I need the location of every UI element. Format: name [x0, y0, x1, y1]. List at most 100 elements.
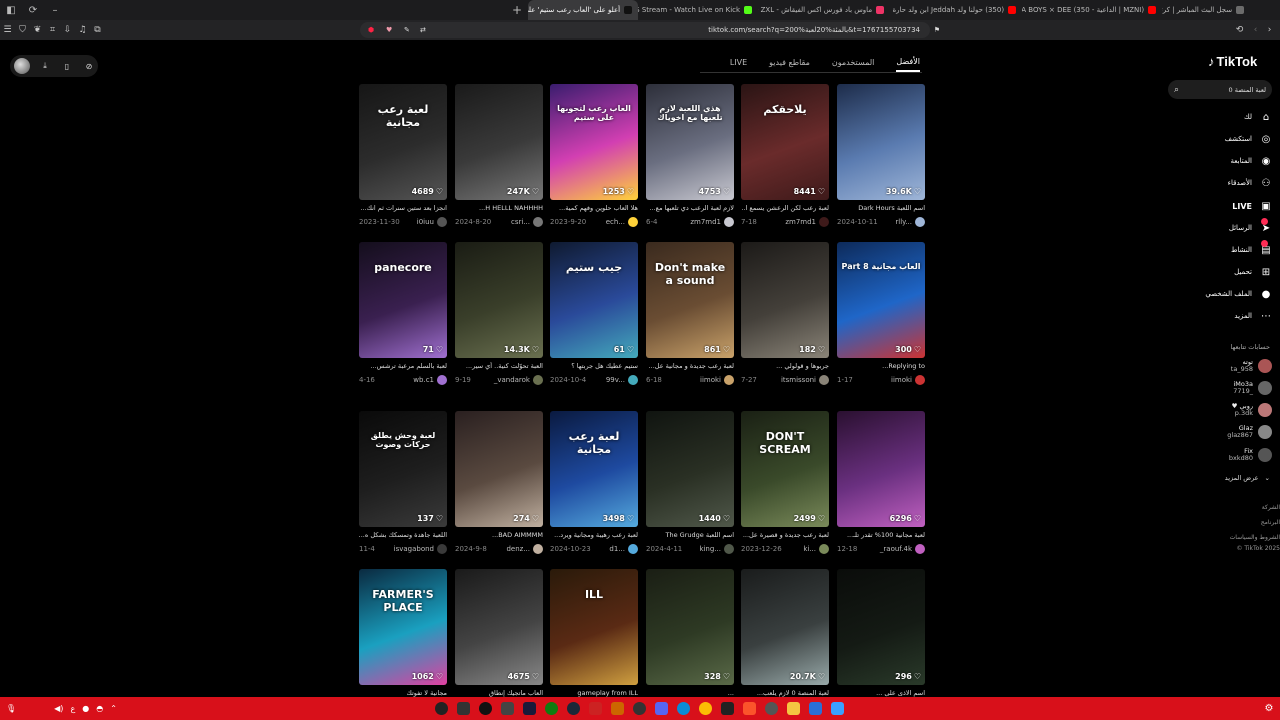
heart-extension-icon[interactable]: ♥: [386, 26, 392, 34]
new-tab-button[interactable]: +: [506, 3, 528, 17]
tiktok-logo[interactable]: ♪ TikTok: [1208, 54, 1257, 69]
author-name[interactable]: zm7md1: [785, 218, 816, 226]
video-thumbnail[interactable]: هذي اللعبة لازم تلعبها مع اخوياك 4753 ♡: [646, 84, 734, 200]
taskbar-app-1[interactable]: [430, 697, 452, 720]
author-name[interactable]: wb.c1: [413, 376, 434, 384]
avatar[interactable]: [1258, 448, 1272, 462]
taskbar-app-11[interactable]: [650, 697, 672, 720]
account-handle[interactable]: p.3dk: [1232, 409, 1253, 417]
author-name[interactable]: 99v...: [606, 376, 625, 384]
browser-tab[interactable]: أعلو على 'العاب رعب ستيم' على...✕: [528, 0, 639, 20]
video-card[interactable]: 4675 ♡ العاب ماتجيك إنطاق: [455, 569, 543, 698]
video-thumbnail[interactable]: FARMER'S PLACE 1062 ♡: [359, 569, 447, 685]
avatar[interactable]: [1258, 381, 1272, 395]
video-caption[interactable]: Replying to...: [837, 362, 925, 371]
shield-icon[interactable]: ⛉: [15, 20, 30, 40]
minimize-icon[interactable]: –: [44, 0, 66, 20]
discord-icon[interactable]: ◓: [96, 704, 103, 713]
video-author[interactable]: 99v...: [606, 375, 638, 385]
sidebar-item-label[interactable]: الأصدقاء: [1228, 179, 1252, 187]
video-author[interactable]: _vandarok: [494, 375, 543, 385]
video-author[interactable]: zm7md1: [785, 217, 829, 227]
following-account[interactable]: توته ta_958: [1180, 356, 1272, 376]
author-name[interactable]: rlly...: [895, 218, 912, 226]
refresh-icon[interactable]: ⟳: [22, 0, 44, 20]
taskbar-app-files[interactable]: [782, 697, 804, 720]
taskbar-app-4[interactable]: [496, 697, 518, 720]
taskbar-app-brave[interactable]: [738, 697, 760, 720]
video-author[interactable]: ki...: [803, 544, 829, 554]
video-caption[interactable]: لعبة رعب جديدة و قصيرة عل...: [741, 531, 829, 540]
back-icon[interactable]: ‹: [1248, 20, 1263, 40]
footer-program[interactable]: البرنامج: [1200, 519, 1280, 526]
author-name[interactable]: ki...: [803, 545, 816, 553]
sidebar-item-label[interactable]: الرسائل: [1229, 224, 1252, 232]
video-card[interactable]: Part 8 العاب مجانية 300 ♡ Replying to... 1-1…: [837, 242, 925, 386]
video-thumbnail[interactable]: 14.3K ♡: [455, 242, 543, 358]
avatar[interactable]: [915, 217, 925, 227]
sidebar-item-label[interactable]: LIVE: [1232, 202, 1252, 211]
video-thumbnail[interactable]: 247K ♡: [455, 84, 543, 200]
video-caption[interactable]: ستيم عطيك هل جربتها ؟: [550, 362, 638, 371]
video-card[interactable]: يلاحقكم 8441 ♡ لعبة رعب لكن الرعشن يسمع ا..…: [741, 84, 829, 228]
video-caption[interactable]: لعبة رعب جديدة و مجانية عل...: [646, 362, 734, 371]
video-thumbnail[interactable]: يلاحقكم 8441 ♡: [741, 84, 829, 200]
account-handle[interactable]: glaz867: [1227, 431, 1253, 439]
account-names[interactable]: iMo3a 7719_: [1233, 380, 1253, 396]
avatar[interactable]: [533, 544, 543, 554]
following-account[interactable]: Glaz glaz867: [1180, 422, 1272, 442]
tab-title[interactable]: JABS Stream - Watch Live on Kick: [638, 6, 740, 14]
author-name[interactable]: iimoki: [891, 376, 912, 384]
footer-terms[interactable]: الشروط والسياسات: [1200, 534, 1280, 541]
search-icon[interactable]: ⌕: [1174, 85, 1179, 95]
avatar[interactable]: [1258, 403, 1272, 417]
video-author[interactable]: iimoki: [891, 375, 925, 385]
video-card[interactable]: 39.6K ♡ اسم اللعبة Dark Hours 2024-10-11 rll…: [837, 84, 925, 228]
browser-tab[interactable]: (350) حولنا ولد Jeddah ابن ولد حارة ا...: [890, 0, 1022, 20]
avatar[interactable]: [533, 375, 543, 385]
avatar[interactable]: [14, 58, 30, 74]
taskbar-app-2[interactable]: [452, 697, 474, 720]
taskbar-app-16[interactable]: [760, 697, 782, 720]
sidebar-item-following[interactable]: المتابعة ◉: [1170, 152, 1272, 170]
video-caption[interactable]: العبة تحوّلت كنية.. أي سير...: [455, 362, 543, 371]
browser-tab[interactable]: (MZNI | الداعية - LA BOYS × DEE (350: [1022, 0, 1162, 20]
video-caption[interactable]: لازم لعبة الرعب دي تلعبها مع...: [646, 204, 734, 213]
video-author[interactable]: rlly...: [895, 217, 925, 227]
video-author[interactable]: csri...: [511, 217, 543, 227]
tab-videos[interactable]: مقاطع فيديو: [769, 52, 810, 72]
video-caption[interactable]: انجزا بعد ستين سنرات ثم انك...: [359, 204, 447, 213]
sidebar-item-messages[interactable]: الرسائل ➤: [1170, 218, 1272, 237]
sidebar-item-compass[interactable]: استكشف ◎: [1170, 130, 1272, 148]
video-caption[interactable]: لعبة مجانية 100% تقدر تلـ...: [837, 531, 925, 540]
tab-title[interactable]: ماوس باد فورس اكس الفيقاش - ZXL - دار...: [758, 6, 872, 14]
avatar[interactable]: [819, 375, 829, 385]
video-author[interactable]: wb.c1: [413, 375, 447, 385]
taskbar-app-9[interactable]: [606, 697, 628, 720]
video-thumbnail[interactable]: 296 ♡: [837, 569, 925, 685]
video-caption[interactable]: اللعبة جاهدة وتمسكك بشكل ه...: [359, 531, 447, 540]
volume-icon[interactable]: ◀): [54, 704, 63, 713]
video-thumbnail[interactable]: 39.6K ♡: [837, 84, 925, 200]
browser-tab[interactable]: سجل البث المباشر | كرتيون: [1162, 0, 1250, 20]
author-name[interactable]: denz...: [506, 545, 530, 553]
account-names[interactable]: Fix bxkd80: [1229, 447, 1253, 463]
account-names[interactable]: توته ta_958: [1231, 358, 1253, 374]
music-icon[interactable]: ♫: [75, 20, 90, 40]
taskbar-app-14[interactable]: [716, 697, 738, 720]
video-caption[interactable]: H HELLL NAHHHH...: [455, 204, 543, 213]
video-card[interactable]: 20.7K ♡ لعبة المنصة 0 لازم يلعب...: [741, 569, 829, 698]
video-author[interactable]: king...: [699, 544, 734, 554]
avatar[interactable]: [437, 544, 447, 554]
sidebar-item-more[interactable]: المزيد ⋯: [1170, 307, 1272, 325]
video-card[interactable]: FARMER'S PLACE 1062 ♡ مجانية لا تفوتك: [359, 569, 447, 698]
sidebar-item-label[interactable]: المتابعة: [1231, 157, 1252, 165]
tab-title[interactable]: سجل البث المباشر | كرتيون: [1162, 6, 1232, 14]
taskbar-app-3[interactable]: [474, 697, 496, 720]
url-text[interactable]: tiktok.com/search?q=200%بالمئة%20لعبة&t=…: [708, 26, 920, 34]
video-card[interactable]: 6296 ♡ لعبة مجانية 100% تقدر تلـ... 12-18 _r…: [837, 411, 925, 555]
video-thumbnail[interactable]: ILL: [550, 569, 638, 685]
sidebar-item-label[interactable]: لك: [1244, 113, 1252, 121]
taskbar-app-5[interactable]: [518, 697, 540, 720]
video-caption[interactable]: لعبة رعب رهيبة ومجانية ويرد...: [550, 531, 638, 540]
